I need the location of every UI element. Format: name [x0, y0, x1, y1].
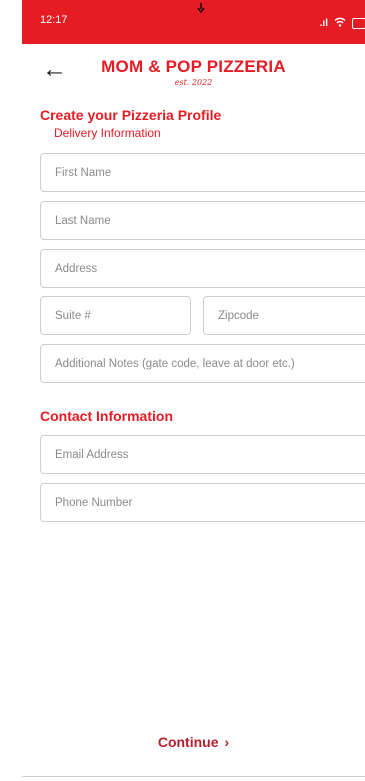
- first-name-field[interactable]: [40, 153, 365, 192]
- section-contact-info: Contact Information: [40, 408, 173, 424]
- first-name-input[interactable]: [53, 165, 365, 180]
- additional-notes-field[interactable]: [40, 344, 365, 383]
- section-delivery-info: Delivery Information: [54, 126, 161, 140]
- bottom-divider: [22, 776, 365, 777]
- status-time: 12:17: [40, 14, 68, 26]
- status-icons: .ıl: [320, 14, 365, 32]
- suite-field[interactable]: [40, 296, 191, 335]
- additional-notes-input[interactable]: [53, 356, 365, 371]
- address-input[interactable]: [53, 261, 365, 276]
- continue-button[interactable]: Continue ›: [22, 734, 365, 750]
- zipcode-input[interactable]: [216, 308, 365, 323]
- phone-field[interactable]: [40, 483, 365, 522]
- app-screen: 12:17 .ıl ← MOM & POP PIZZERIA est. 2022…: [22, 0, 365, 781]
- phone-input[interactable]: [53, 495, 365, 510]
- battery-icon: [352, 17, 365, 29]
- last-name-field[interactable]: [40, 201, 365, 240]
- last-name-input[interactable]: [53, 213, 365, 228]
- continue-label: Continue: [157, 734, 219, 750]
- pointer-indicator: [197, 0, 205, 14]
- address-field[interactable]: [40, 249, 365, 288]
- email-input[interactable]: [53, 447, 365, 462]
- wifi-icon: [334, 14, 346, 32]
- email-field[interactable]: [40, 435, 365, 474]
- brand-title: MOM & POP PIZZERIA: [101, 57, 286, 76]
- chevron-right-icon: ›: [224, 734, 230, 750]
- signal-icon: .ıl: [319, 17, 328, 29]
- status-bar: 12:17 .ıl: [22, 0, 365, 44]
- suite-input[interactable]: [53, 308, 190, 323]
- brand-established: est. 2022: [174, 78, 213, 87]
- zipcode-field[interactable]: [203, 296, 365, 335]
- page-title: Create your Pizzeria Profile: [40, 107, 222, 123]
